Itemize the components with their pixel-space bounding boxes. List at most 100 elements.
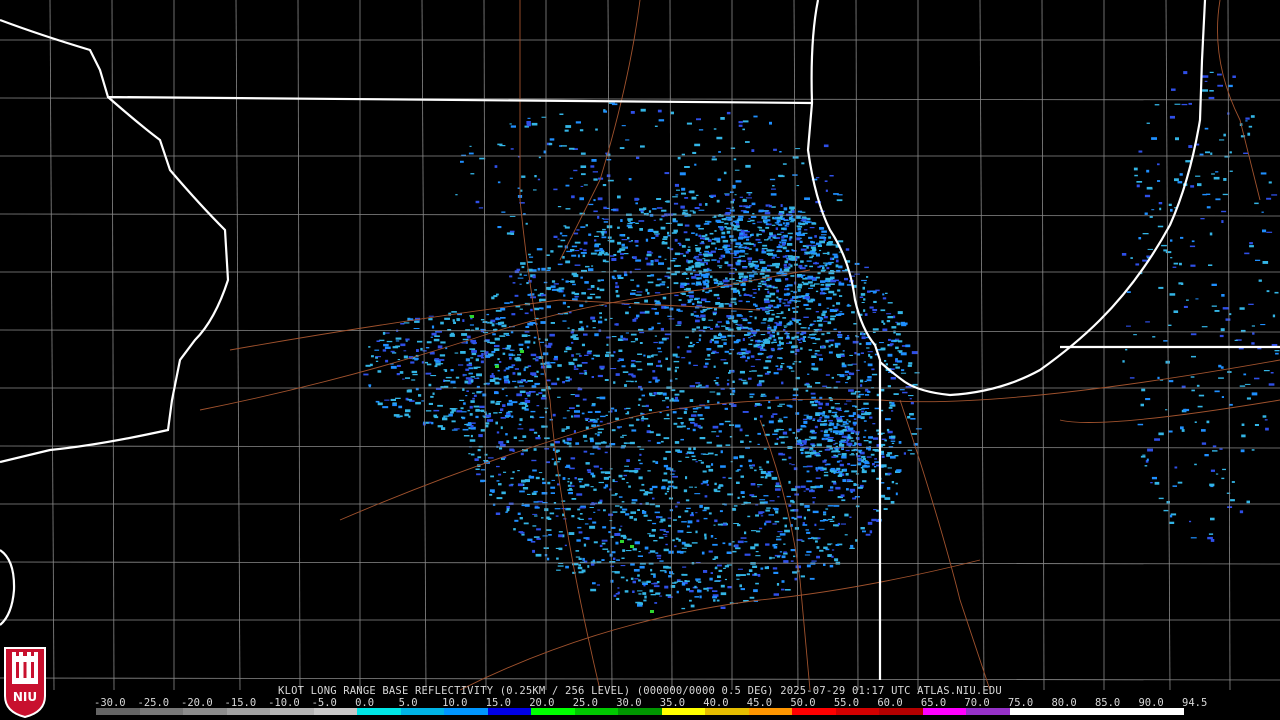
echo-pixel: [443, 369, 446, 371]
echo-pixel: [675, 356, 680, 358]
echo-pixel: [804, 216, 807, 219]
echo-pixel: [648, 228, 653, 231]
echo-pixel: [781, 239, 787, 242]
echo-pixel: [1243, 152, 1249, 154]
echo-pixel: [798, 439, 802, 441]
echo-pixel: [705, 358, 711, 360]
echo-pixel: [730, 267, 736, 269]
echo-pixel: [868, 440, 872, 444]
echo-pixel: [1239, 510, 1244, 514]
echo-pixel: [620, 436, 624, 438]
echo-pixel: [1221, 210, 1227, 213]
echo-pixel: [652, 497, 655, 500]
echo-pixel: [757, 268, 760, 271]
echo-pixel: [430, 395, 434, 398]
echo-pixel: [408, 389, 412, 391]
echo-pixel: [654, 292, 661, 294]
echo-pixel: [797, 338, 800, 341]
echo-pixel: [740, 475, 744, 478]
echo-pixel: [694, 244, 698, 246]
echo-pixel: [475, 468, 480, 470]
echo-pixel: [573, 169, 578, 172]
echo-pixel: [565, 379, 570, 382]
echo-pixel: [595, 128, 598, 131]
echo-pixel: [587, 350, 593, 352]
echo-pixel: [738, 256, 741, 258]
echo-pixel: [502, 404, 506, 407]
echo-pixel: [581, 292, 586, 295]
echo-pixel: [703, 587, 709, 590]
echo-pixel: [803, 490, 806, 492]
echo-pixel: [796, 185, 800, 187]
echo-pixel: [634, 338, 638, 341]
echo-pixel: [798, 323, 802, 325]
echo-pixel: [534, 375, 538, 378]
echo-pixel: [617, 226, 620, 229]
echo-pixel: [1231, 481, 1235, 483]
echo-pixel: [782, 242, 786, 246]
echo-pixel: [614, 533, 620, 536]
echo-pixel: [701, 235, 706, 238]
scale-swatch: [1009, 708, 1054, 715]
echo-pixel: [500, 307, 506, 311]
echo-pixel: [818, 303, 822, 306]
echo-pixel: [422, 350, 427, 352]
echo-pixel: [395, 397, 401, 399]
echo-pixel: [857, 486, 863, 489]
echo-pixel: [615, 323, 619, 326]
echo-pixel: [1154, 481, 1160, 485]
echo-pixel: [813, 320, 817, 322]
echo-pixel: [634, 578, 639, 580]
echo-pixel: [809, 577, 815, 580]
county-border: [483, 0, 487, 691]
echo-pixel: [871, 518, 877, 522]
echo-pixel: [699, 595, 702, 599]
echo-pixel: [719, 510, 723, 513]
echo-pixel: [633, 470, 639, 473]
echo-pixel: [1151, 137, 1157, 140]
echo-pixel: [752, 222, 756, 225]
echo-pixel: [494, 344, 500, 348]
echo-pixel: [679, 243, 682, 246]
echo-pixel: [523, 379, 526, 382]
echo-pixel: [897, 311, 903, 315]
echo-pixel: [541, 492, 548, 495]
echo-pixel: [757, 484, 763, 486]
echo-pixel: [590, 252, 597, 255]
echo-pixel: [910, 418, 916, 420]
echo-pixel: [860, 379, 864, 383]
echo-pixel: [551, 382, 558, 386]
scale-label: 94.5: [1182, 697, 1208, 709]
echo-pixel: [686, 122, 692, 125]
echo-pixel: [767, 324, 770, 326]
echo-pixel: [1220, 328, 1225, 332]
echo-pixel: [597, 374, 603, 378]
echo-pixel: [781, 381, 784, 385]
echo-pixel: [586, 469, 591, 472]
echo-pixel: [758, 380, 765, 383]
echo-pixel: [623, 474, 627, 477]
echo-pixel: [601, 542, 606, 545]
echo-pixel: [852, 340, 859, 344]
echo-pixel: [1268, 181, 1272, 184]
echo-pixel: [470, 379, 474, 383]
echo-pixel: [548, 534, 552, 536]
echo-pixel: [763, 495, 769, 497]
echo-pixel: [893, 340, 900, 342]
echo-pixel: [592, 320, 596, 323]
echo-pixel: [736, 578, 740, 580]
echo-pixel: [565, 565, 569, 569]
echo-pixel: [1145, 321, 1150, 323]
echo-pixel: [859, 296, 864, 298]
echo-pixel: [720, 117, 725, 120]
echo-pixel: [772, 567, 778, 570]
echo-pixel: [597, 428, 604, 430]
echo-pixel: [779, 151, 782, 153]
echo-pixel: [589, 293, 596, 295]
echo-pixel: [706, 308, 710, 310]
echo-pixel: [775, 227, 778, 230]
echo-pixel: [710, 535, 714, 538]
echo-pixel: [523, 522, 529, 525]
echo-pixel: [884, 360, 887, 362]
echo-pixel: [844, 277, 849, 281]
